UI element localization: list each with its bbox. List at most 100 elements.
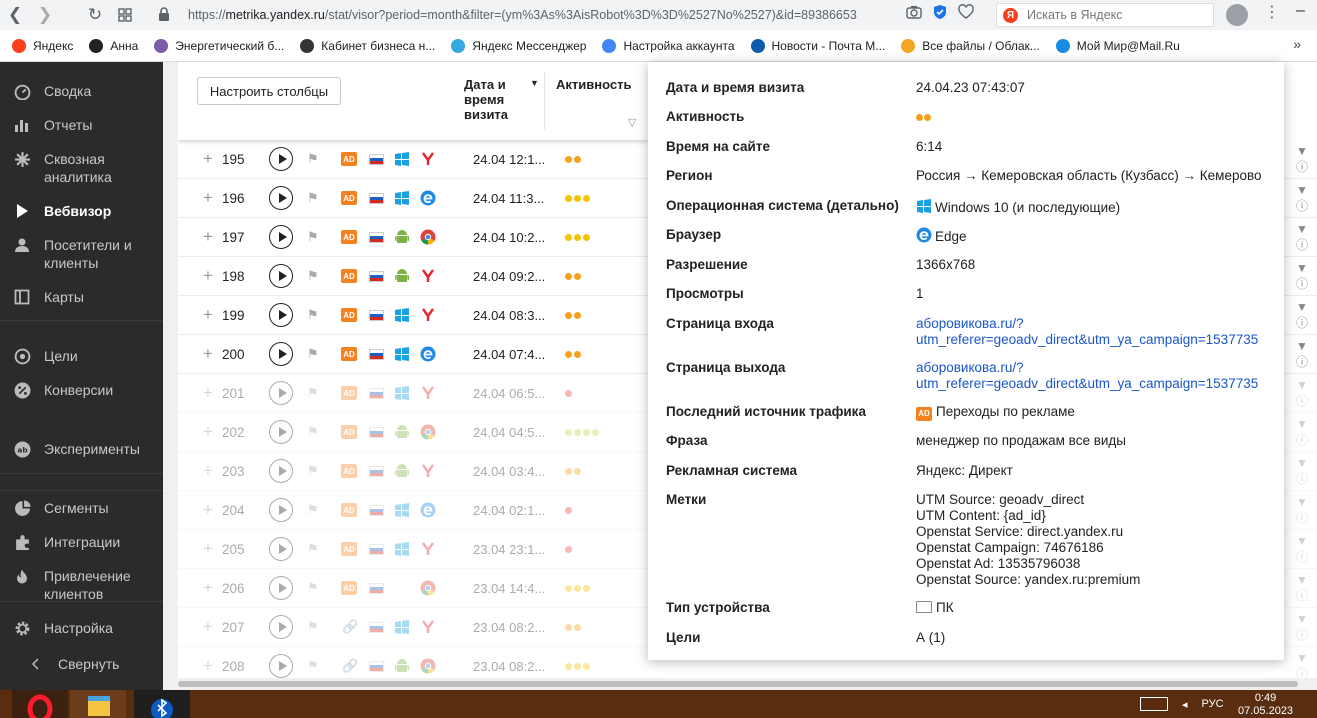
- bookmarks-more-icon[interactable]: »: [1293, 36, 1301, 52]
- expand-row-icon[interactable]: +: [203, 578, 213, 598]
- bluetooth-icon[interactable]: [134, 690, 190, 718]
- flag-icon[interactable]: ⚑: [307, 229, 319, 245]
- sidebar-item-map[interactable]: Карты: [0, 288, 163, 306]
- column-header-activity[interactable]: Активность: [556, 77, 631, 92]
- play-recording-button[interactable]: [269, 225, 293, 249]
- expand-row-icon[interactable]: +: [203, 656, 213, 676]
- page-link[interactable]: aборовикова.ru/? utm_referer=geoadv_direc…: [916, 316, 1258, 347]
- clock[interactable]: 0:49 07.05.2023: [1238, 692, 1293, 718]
- expand-row-icon[interactable]: +: [203, 383, 213, 403]
- flag-icon[interactable]: ⚑: [307, 463, 319, 479]
- page-link[interactable]: aборовикова.ru/? utm_referer=geoadv_direc…: [916, 360, 1258, 391]
- flag-icon[interactable]: ⚑: [307, 502, 319, 518]
- tabs-grid-icon[interactable]: [110, 0, 140, 30]
- info-icon[interactable]: ▼ ⓘ: [1296, 183, 1317, 214]
- bookmark-item[interactable]: Яндекс Мессенджер: [451, 38, 586, 53]
- bookmark-item[interactable]: Анна: [89, 38, 138, 53]
- play-recording-button[interactable]: [269, 498, 293, 522]
- bookmark-item[interactable]: Настройка аккаунта: [602, 38, 735, 53]
- configure-columns-button[interactable]: Настроить столбцы: [197, 77, 341, 105]
- info-icon[interactable]: ▼ ⓘ: [1296, 261, 1317, 292]
- flag-icon[interactable]: ⚑: [307, 307, 319, 323]
- sidebar-item-fire[interactable]: Привлечение клиентов: [0, 567, 163, 603]
- play-recording-button[interactable]: [269, 147, 293, 171]
- opera-icon[interactable]: [12, 690, 68, 718]
- info-icon[interactable]: ▼ ⓘ: [1296, 222, 1317, 253]
- flag-icon[interactable]: ⚑: [307, 580, 319, 596]
- volume-icon[interactable]: ◂: [1182, 698, 1188, 711]
- yandex-search-input[interactable]: Я Искать в Яндекс: [996, 3, 1214, 27]
- sidebar-item-gauge[interactable]: Сводка: [0, 82, 163, 100]
- play-recording-button[interactable]: [269, 420, 293, 444]
- menu-icon[interactable]: ⋮: [1264, 2, 1280, 22]
- play-recording-button[interactable]: [269, 381, 293, 405]
- flag-icon[interactable]: ⚑: [307, 190, 319, 206]
- minimize-icon[interactable]: –: [1296, 2, 1305, 20]
- flag-icon[interactable]: ⚑: [307, 658, 319, 674]
- column-header-date[interactable]: Дата и время визита: [464, 77, 526, 122]
- sidebar-item-percent[interactable]: Конверсии: [0, 381, 163, 399]
- camera-icon[interactable]: [906, 4, 922, 20]
- keyboard-icon[interactable]: [1140, 697, 1168, 711]
- play-recording-button[interactable]: [269, 186, 293, 210]
- bookmark-item[interactable]: Новости - Почта М...: [750, 38, 885, 53]
- sidebar-item-asterisk[interactable]: Сквозная аналитика: [0, 150, 163, 186]
- expand-row-icon[interactable]: +: [203, 227, 213, 247]
- flag-icon[interactable]: ⚑: [307, 151, 319, 167]
- bookmark-item[interactable]: Яндекс: [12, 38, 73, 53]
- info-icon[interactable]: ▼ ⓘ: [1296, 573, 1317, 604]
- info-icon[interactable]: ▼ ⓘ: [1296, 300, 1317, 331]
- flag-icon[interactable]: ⚑: [307, 346, 319, 362]
- file-explorer-icon[interactable]: [70, 690, 126, 718]
- bookmark-item[interactable]: Кабинет бизнеса н...: [300, 38, 435, 53]
- bookmark-item[interactable]: Мой Мир@Mail.Ru: [1055, 38, 1180, 53]
- expand-row-icon[interactable]: +: [203, 539, 213, 559]
- sidebar-item-gear[interactable]: Настройка: [0, 619, 163, 637]
- info-icon[interactable]: ▼ ⓘ: [1296, 534, 1317, 565]
- play-recording-button[interactable]: [269, 342, 293, 366]
- play-recording-button[interactable]: [269, 459, 293, 483]
- forward-button[interactable]: ❯: [30, 0, 60, 30]
- sidebar-item-chevron-left[interactable]: Свернуть: [0, 655, 163, 673]
- reload-button[interactable]: ↻: [80, 0, 110, 30]
- sidebar-item-ab[interactable]: ab Эксперименты: [0, 440, 163, 458]
- info-icon[interactable]: ▼ ⓘ: [1296, 651, 1317, 679]
- info-icon[interactable]: ▼ ⓘ: [1296, 456, 1317, 487]
- expand-row-icon[interactable]: +: [203, 266, 213, 286]
- bookmark-item[interactable]: Все файлы / Облак...: [901, 38, 1040, 53]
- sidebar-item-target[interactable]: Цели: [0, 347, 163, 365]
- back-button[interactable]: ❮: [0, 0, 30, 30]
- info-icon[interactable]: ▼ ⓘ: [1296, 495, 1317, 526]
- sidebar-item-pie[interactable]: Сегменты: [0, 499, 163, 517]
- info-icon[interactable]: ▼ ⓘ: [1296, 378, 1317, 409]
- info-icon[interactable]: ▼ ⓘ: [1296, 339, 1317, 370]
- bookmark-item[interactable]: Энергетический б...: [154, 38, 284, 53]
- horizontal-scrollbar[interactable]: [178, 678, 1317, 690]
- expand-row-icon[interactable]: +: [203, 617, 213, 637]
- heart-icon[interactable]: [958, 4, 974, 20]
- flag-icon[interactable]: ⚑: [307, 541, 319, 557]
- expand-row-icon[interactable]: +: [203, 344, 213, 364]
- sidebar-item-user[interactable]: Посетители и клиенты: [0, 236, 163, 272]
- expand-row-icon[interactable]: +: [203, 305, 213, 325]
- play-recording-button[interactable]: [269, 654, 293, 678]
- sidebar-item-bar-chart[interactable]: Отчеты: [0, 116, 163, 134]
- play-recording-button[interactable]: [269, 576, 293, 600]
- flag-icon[interactable]: ⚑: [307, 268, 319, 284]
- sidebar-item-play[interactable]: Вебвизор: [0, 202, 163, 220]
- play-recording-button[interactable]: [269, 264, 293, 288]
- address-bar[interactable]: https://metrika.yandex.ru/stat/visor?per…: [150, 4, 990, 26]
- info-icon[interactable]: ▼ ⓘ: [1296, 612, 1317, 643]
- expand-row-icon[interactable]: +: [203, 461, 213, 481]
- flag-icon[interactable]: ⚑: [307, 385, 319, 401]
- flag-icon[interactable]: ⚑: [307, 619, 319, 635]
- info-icon[interactable]: ▼ ⓘ: [1296, 417, 1317, 448]
- language-indicator[interactable]: РУС: [1202, 698, 1224, 710]
- sidebar-item-puzzle[interactable]: Интеграции: [0, 533, 163, 551]
- expand-row-icon[interactable]: +: [203, 422, 213, 442]
- shield-check-icon[interactable]: [932, 4, 948, 20]
- scrollbar-thumb[interactable]: [178, 681, 1298, 687]
- profile-avatar[interactable]: [1226, 4, 1248, 26]
- filter-icon[interactable]: ▽: [628, 116, 636, 129]
- flag-icon[interactable]: ⚑: [307, 424, 319, 440]
